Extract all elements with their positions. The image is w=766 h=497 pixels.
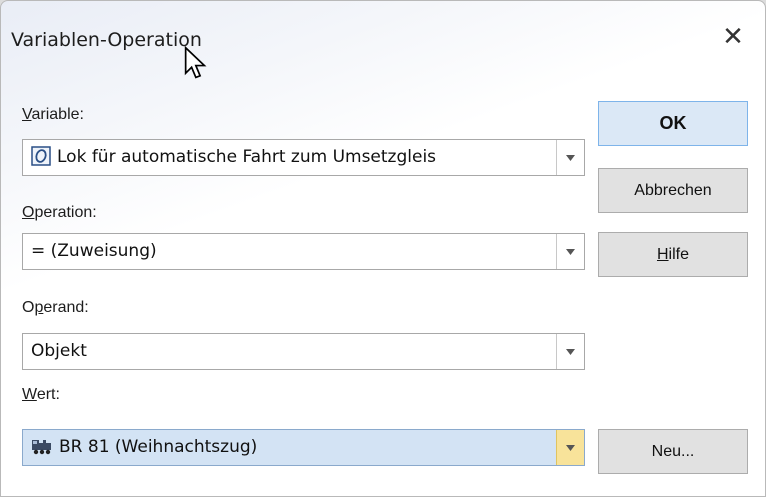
wert-label: Wert: — [22, 386, 60, 403]
variable-dropdown[interactable]: Lok für automatische Fahrt zum Umsetzgle… — [22, 139, 585, 176]
dialog-window: Variablen-Operation ✕ Variable: Lok für … — [0, 0, 766, 497]
operand-dropdown[interactable]: Objekt — [22, 333, 585, 370]
chevron-down-icon — [566, 348, 575, 355]
operation-dropdown-arrow[interactable] — [556, 234, 584, 269]
wert-dropdown-arrow[interactable] — [556, 430, 584, 465]
variable-dropdown-arrow[interactable] — [556, 140, 584, 175]
chevron-down-icon — [566, 154, 575, 161]
variable-label: Variable: — [22, 106, 84, 123]
close-icon: ✕ — [722, 22, 744, 52]
operation-value: = (Zuweisung) — [31, 241, 157, 261]
locomotive-icon — [32, 439, 51, 454]
wert-dropdown[interactable]: BR 81 (Weihnachtszug) — [22, 429, 585, 466]
operand-dropdown-arrow[interactable] — [556, 334, 584, 369]
ok-button[interactable]: OK — [598, 101, 748, 146]
wert-value: BR 81 (Weihnachtszug) — [31, 430, 257, 465]
operand-label: Operand: — [22, 299, 89, 316]
operation-dropdown[interactable]: = (Zuweisung) — [22, 233, 585, 270]
variable-value: Lok für automatische Fahrt zum Umsetzgle… — [31, 140, 436, 175]
chevron-down-icon — [566, 444, 575, 451]
help-button[interactable]: Hilfe — [598, 232, 748, 277]
object-variable-icon — [31, 145, 51, 166]
operation-label: Operation: — [22, 204, 97, 221]
new-button[interactable]: Neu... — [598, 429, 748, 474]
operand-value: Objekt — [31, 341, 87, 361]
dialog-title: Variablen-Operation — [11, 29, 202, 51]
chevron-down-icon — [566, 248, 575, 255]
mouse-pointer-icon — [184, 46, 207, 79]
close-button[interactable]: ✕ — [715, 19, 751, 55]
cancel-button[interactable]: Abbrechen — [598, 168, 748, 213]
